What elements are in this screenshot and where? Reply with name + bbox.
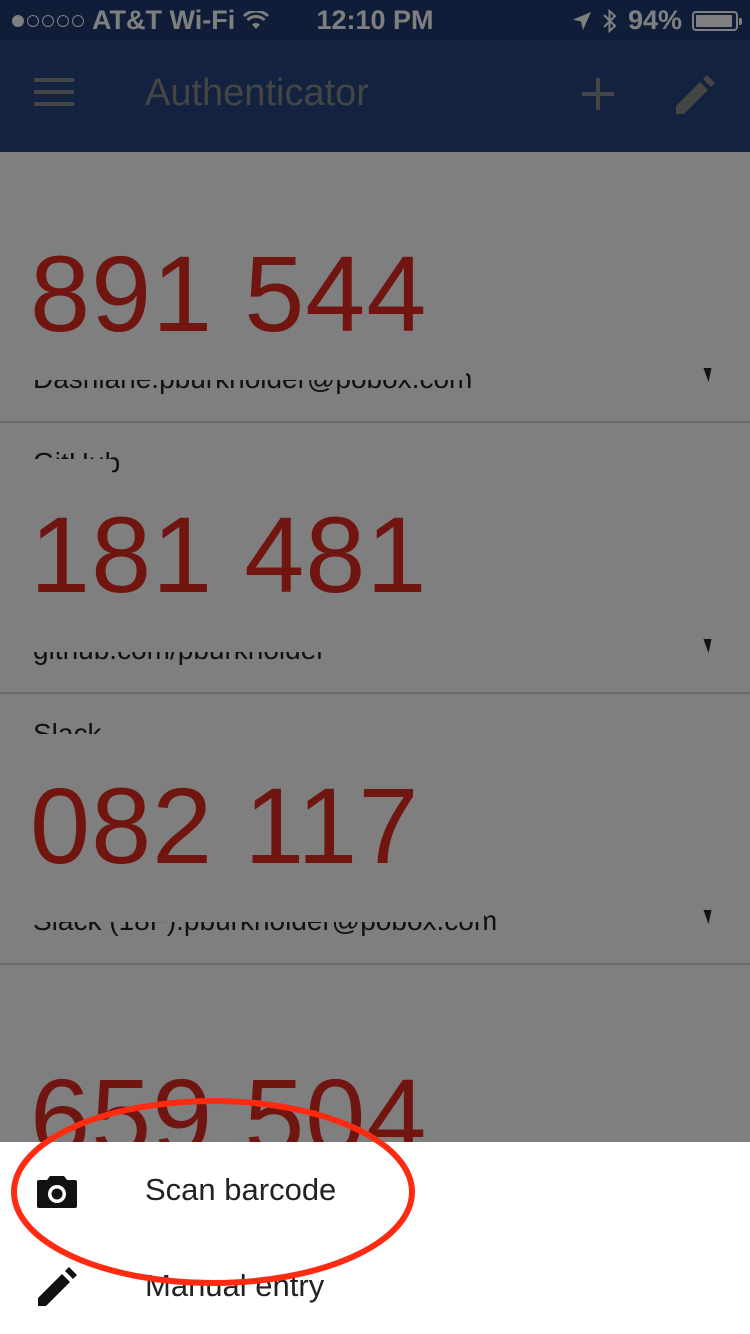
manual-entry-label: Manual entry [145,1268,325,1303]
camera-icon [37,1176,77,1208]
modal-scrim[interactable] [0,0,750,1334]
authenticator-screen: 891 544 Dashlane:pburkholder@pobox.com G… [0,0,750,1334]
pencil-icon [38,1267,77,1306]
add-account-sheet: Scan barcode Manual entry [0,1142,750,1334]
scan-barcode-label: Scan barcode [145,1172,337,1207]
manual-entry-option[interactable]: Manual entry [0,1238,750,1334]
scan-barcode-option[interactable]: Scan barcode [0,1142,750,1238]
